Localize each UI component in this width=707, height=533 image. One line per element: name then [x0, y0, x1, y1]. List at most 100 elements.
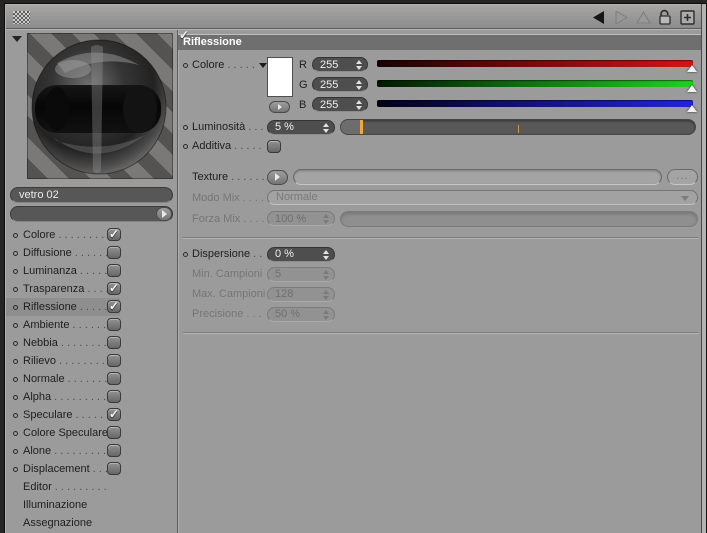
- g-value: 255: [320, 78, 339, 91]
- channel-editor[interactable]: Editor . . . . . . . . .: [6, 478, 177, 496]
- channel-checkbox[interactable]: [107, 264, 121, 277]
- dots: . . . . .: [79, 301, 108, 313]
- color-label-group[interactable]: Colore . . . . .: [183, 59, 267, 71]
- color-popup-button[interactable]: [269, 101, 290, 113]
- min-campioni-label: Min. Campioni: [192, 268, 263, 280]
- channel-rilievo[interactable]: Rilievo . . . . . . . .: [6, 352, 177, 370]
- b-value: 255: [320, 98, 339, 111]
- luminosita-slider[interactable]: [340, 119, 696, 135]
- channel-checkbox[interactable]: [107, 246, 121, 259]
- sidebar: Colore . . . . . . . . . Diffusione . . …: [6, 30, 178, 533]
- slider-tick-icon: [518, 125, 519, 133]
- lock-icon[interactable]: [657, 9, 673, 25]
- separator: [183, 237, 698, 239]
- channel-assegnazione[interactable]: Assegnazione: [6, 514, 177, 532]
- channel-normale[interactable]: Normale . . . . . . .: [6, 370, 177, 388]
- b-slider-handle-icon[interactable]: [687, 105, 697, 112]
- dots: . . . .: [87, 283, 109, 295]
- forza-mix-label: Forza Mix: [192, 212, 241, 225]
- max-campioni-spinner: 128: [267, 286, 335, 302]
- texture-field[interactable]: [293, 169, 662, 185]
- channel-checkbox[interactable]: [107, 354, 121, 367]
- material-name-input[interactable]: [10, 187, 173, 203]
- channel-checkbox[interactable]: [107, 390, 121, 403]
- luminosita-spinner[interactable]: 5 %: [267, 119, 335, 135]
- channel-checkbox[interactable]: [107, 462, 121, 475]
- channel-checkbox[interactable]: [107, 299, 121, 313]
- up-icon: [635, 9, 651, 25]
- channel-alpha[interactable]: Alpha . . . . . . . . .: [6, 388, 177, 406]
- b-slider[interactable]: [377, 100, 697, 112]
- r-slider-handle-icon[interactable]: [687, 65, 697, 72]
- channel-label: Rilievo: [23, 355, 57, 367]
- preview-menu-arrow-icon[interactable]: [12, 36, 22, 42]
- channel-trasparenza[interactable]: Trasparenza . . . .: [6, 280, 177, 298]
- channel-colore-speculare[interactable]: Colore Speculare: [6, 424, 177, 442]
- channel-checkbox[interactable]: [107, 444, 121, 457]
- channel-riflessione[interactable]: Riflessione . . . . .: [6, 298, 177, 316]
- dots: . . . . .: [79, 265, 108, 277]
- spinner-arrows-icon[interactable]: [323, 249, 329, 260]
- dots: . . . . . .: [74, 247, 109, 259]
- preview-sphere-image: [31, 39, 167, 175]
- texture-browse-button[interactable]: ...: [667, 169, 698, 185]
- anim-marker-icon[interactable]: [183, 143, 188, 149]
- spinner-arrows-icon[interactable]: [356, 60, 362, 70]
- reflection-panel: Riflessione Colore . . . . . R 255 G 255…: [178, 30, 701, 533]
- anim-marker-icon[interactable]: [183, 62, 188, 68]
- dots: . . . . . . . . .: [58, 229, 111, 241]
- spinner-arrows-icon[interactable]: [356, 80, 362, 90]
- channel-speculare[interactable]: Speculare . . . . . .: [6, 406, 177, 424]
- texture-popup-button[interactable]: [267, 169, 288, 185]
- title-bar[interactable]: [6, 5, 701, 29]
- dots: . . . . . . . .: [59, 355, 105, 367]
- channel-marker-icon: [13, 466, 18, 472]
- additiva-checkbox[interactable]: [267, 139, 281, 153]
- channel-marker-icon: [13, 250, 18, 256]
- material-preview[interactable]: [27, 33, 173, 179]
- g-slider-handle-icon[interactable]: [687, 85, 697, 92]
- layer-field[interactable]: [10, 206, 173, 222]
- dispersione-spinner[interactable]: 0 %: [267, 246, 335, 262]
- channel-checkbox[interactable]: [107, 227, 121, 241]
- channel-checkbox[interactable]: [107, 336, 121, 349]
- channel-luminanza[interactable]: Luminanza . . . . .: [6, 262, 177, 280]
- color-swatch[interactable]: [267, 57, 293, 97]
- r-slider[interactable]: [377, 60, 697, 72]
- channel-checkbox[interactable]: [107, 318, 121, 331]
- channel-label: Colore: [23, 229, 56, 241]
- channel-marker-icon: [13, 286, 18, 292]
- precisione-label: Precisione: [192, 308, 244, 320]
- channel-illuminazione[interactable]: Illuminazione: [6, 496, 177, 514]
- dots: . . .: [92, 463, 108, 475]
- r-spinner[interactable]: 255: [312, 57, 368, 72]
- g-spinner[interactable]: 255: [312, 77, 368, 92]
- channel-label: Alone: [23, 445, 52, 457]
- channel-nebbia[interactable]: Nebbia . . . . . . . .: [6, 334, 177, 352]
- channel-label: Normale: [23, 373, 65, 385]
- channel-checkbox[interactable]: [107, 407, 121, 421]
- spinner-arrows-icon[interactable]: [323, 122, 329, 133]
- anim-marker-icon[interactable]: [183, 124, 188, 130]
- channel-checkbox[interactable]: [107, 281, 121, 295]
- back-icon[interactable]: [591, 9, 607, 25]
- luminosita-slider-handle[interactable]: [360, 120, 363, 134]
- layer-popup-button[interactable]: [156, 207, 172, 221]
- anim-marker-icon[interactable]: [183, 251, 188, 257]
- spinner-arrows-icon[interactable]: [356, 100, 362, 110]
- add-icon[interactable]: [679, 9, 695, 25]
- forza-mix-value: 100 %: [275, 212, 307, 225]
- channel-label: Illuminazione: [23, 499, 88, 511]
- channel-colore[interactable]: Colore . . . . . . . . .: [6, 226, 177, 244]
- drag-grip-icon[interactable]: [13, 11, 30, 24]
- channel-diffusione[interactable]: Diffusione . . . . . .: [6, 244, 177, 262]
- color-expand-arrow-icon[interactable]: [258, 62, 267, 68]
- g-slider[interactable]: [377, 80, 697, 92]
- channel-alone[interactable]: Alone . . . . . . . . .: [6, 442, 177, 460]
- slider-fill: [341, 120, 360, 134]
- channel-ambiente[interactable]: Ambiente . . . . . .: [6, 316, 177, 334]
- channel-displacement[interactable]: Displacement . . .: [6, 460, 177, 478]
- b-spinner[interactable]: 255: [312, 97, 368, 112]
- channel-checkbox[interactable]: [107, 372, 121, 385]
- channel-checkbox[interactable]: [107, 426, 121, 439]
